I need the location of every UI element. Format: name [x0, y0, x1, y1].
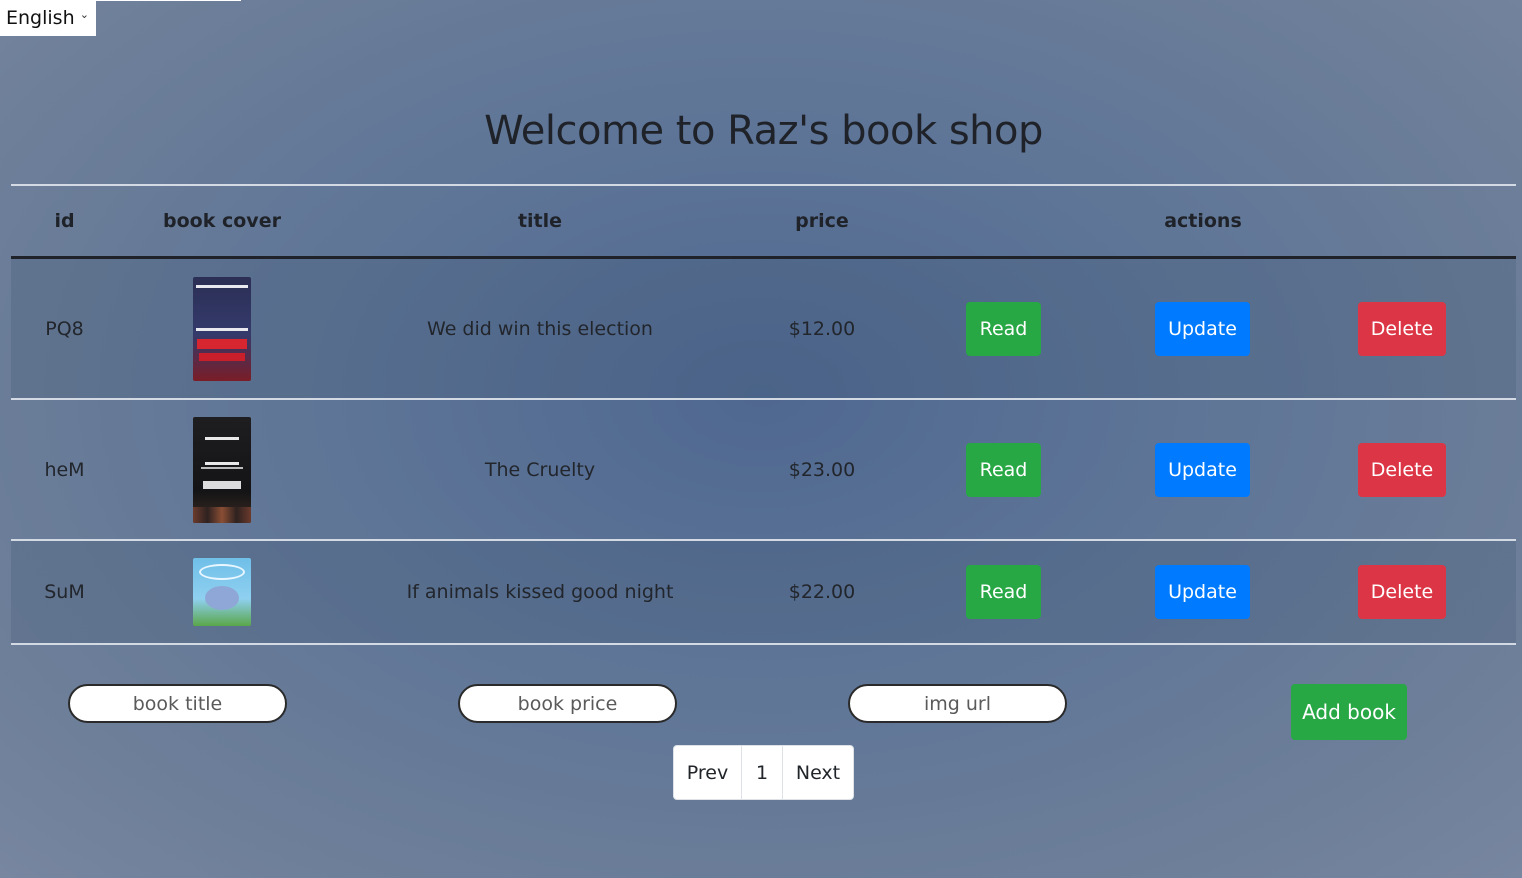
- language-select-value: English: [6, 7, 75, 29]
- update-cell: Update: [1117, 540, 1288, 645]
- table-header-row: id book cover title price actions: [11, 184, 1516, 259]
- add-book-button[interactable]: Add book: [1291, 684, 1407, 740]
- delete-button[interactable]: Delete: [1358, 565, 1446, 619]
- read-cell: Read: [890, 540, 1117, 645]
- book-cover-image: [193, 416, 251, 523]
- pagination: Prev 1 Next: [673, 745, 854, 800]
- read-button[interactable]: Read: [966, 442, 1041, 497]
- page-title: Welcome to Raz's book shop: [484, 108, 1043, 154]
- delete-cell: Delete: [1288, 257, 1516, 400]
- book-cover-image: [193, 276, 251, 381]
- update-button[interactable]: Update: [1155, 565, 1250, 619]
- header-price: price: [754, 184, 890, 259]
- book-price-input[interactable]: [458, 684, 677, 723]
- read-button[interactable]: Read: [966, 301, 1041, 356]
- top-divider: [96, 0, 241, 1]
- add-book-form: Add book: [0, 684, 1522, 740]
- book-cover-image: [193, 558, 251, 626]
- books-table: id book cover title price actions PQ8 We…: [11, 184, 1516, 645]
- book-price: $23.00: [754, 399, 890, 541]
- book-title-input[interactable]: [68, 684, 287, 723]
- book-title: The Cruelty: [326, 399, 754, 541]
- header-book-cover: book cover: [118, 184, 326, 259]
- table-row: heM The Cruelty $23.00 Read Update Delet…: [11, 399, 1516, 541]
- table-row: SuM If animals kissed good night $22.00 …: [11, 540, 1516, 645]
- language-select[interactable]: English ⌄: [0, 0, 96, 36]
- book-cover-cell: [118, 399, 326, 541]
- img-url-input[interactable]: [848, 684, 1067, 723]
- update-button[interactable]: Update: [1155, 442, 1250, 497]
- delete-button[interactable]: Delete: [1358, 442, 1446, 497]
- book-id: SuM: [11, 540, 118, 645]
- delete-cell: Delete: [1288, 399, 1516, 541]
- book-id: heM: [11, 399, 118, 541]
- header-id: id: [11, 184, 118, 259]
- book-cover-cell: [118, 540, 326, 645]
- book-title: We did win this election: [326, 257, 754, 400]
- table-row: PQ8 We did win this election $12.00 Read…: [11, 257, 1516, 400]
- update-cell: Update: [1117, 257, 1288, 400]
- book-cover-cell: [118, 257, 326, 400]
- update-button[interactable]: Update: [1155, 301, 1250, 356]
- delete-cell: Delete: [1288, 540, 1516, 645]
- update-cell: Update: [1117, 399, 1288, 541]
- book-price: $22.00: [754, 540, 890, 645]
- book-price: $12.00: [754, 257, 890, 400]
- pagination-next[interactable]: Next: [783, 746, 853, 799]
- read-cell: Read: [890, 399, 1117, 541]
- book-title: If animals kissed good night: [326, 540, 754, 645]
- book-id: PQ8: [11, 257, 118, 400]
- pagination-prev[interactable]: Prev: [674, 746, 742, 799]
- delete-button[interactable]: Delete: [1358, 301, 1446, 356]
- chevron-down-icon: ⌄: [79, 8, 89, 21]
- pagination-page[interactable]: 1: [742, 746, 783, 799]
- read-button[interactable]: Read: [966, 565, 1041, 619]
- read-cell: Read: [890, 257, 1117, 400]
- header-title: title: [326, 184, 754, 259]
- header-actions: actions: [890, 184, 1516, 259]
